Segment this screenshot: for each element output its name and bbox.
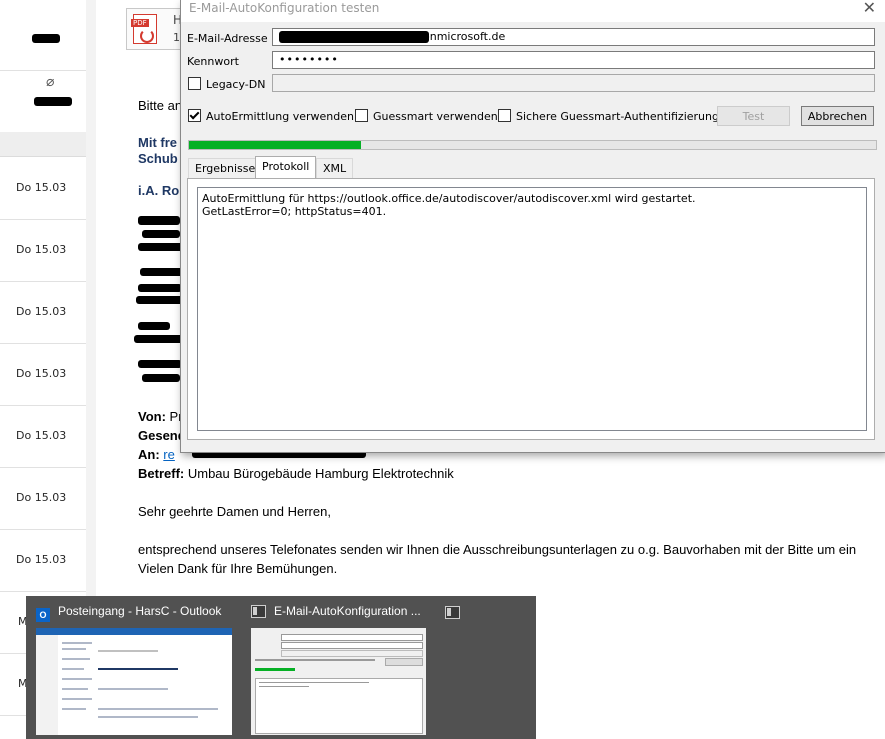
- log-line: AutoErmittlung für https://outlook.offic…: [202, 192, 696, 205]
- taskbar-window-autoconfig[interactable]: E-Mail-AutoKonfiguration ...: [251, 604, 421, 618]
- tab-xml[interactable]: XML: [316, 158, 354, 178]
- message-date: Do 15.03: [16, 305, 67, 318]
- window-icon[interactable]: [445, 606, 460, 619]
- message-row[interactable]: [0, 0, 86, 71]
- taskbar-window-outlook[interactable]: O Posteingang - HarsC - Outlook: [36, 604, 221, 622]
- message-date: Do 15.03: [16, 491, 67, 504]
- message-row[interactable]: Do 15.03: [0, 157, 86, 220]
- autoconfig-dialog: E-Mail-AutoKonfiguration testen ✕ E-Mail…: [180, 0, 885, 453]
- message-row[interactable]: Do 15.03: [0, 219, 86, 282]
- cancel-button[interactable]: Abbrechen: [801, 106, 874, 126]
- email-label: E-Mail-Adresse: [187, 32, 268, 45]
- outlook-icon: O: [36, 608, 50, 622]
- list-group-header: [0, 132, 86, 157]
- tab-ergebnisse[interactable]: Ergebnisse: [188, 158, 263, 178]
- password-field[interactable]: ••••••••: [272, 51, 875, 69]
- redaction: [138, 360, 182, 368]
- progress-fill: [189, 141, 361, 149]
- message-row[interactable]: Do 15.03: [0, 281, 86, 344]
- redaction: [142, 230, 180, 238]
- message-row[interactable]: Do 15.03: [0, 343, 86, 406]
- redaction: [138, 284, 182, 292]
- legacy-dn-checkbox[interactable]: Legacy-DN: [188, 77, 265, 91]
- dialog-titlebar[interactable]: E-Mail-AutoKonfiguration testen ✕: [181, 0, 885, 22]
- body-text: Vielen Dank für Ihre Bemühungen.: [138, 561, 338, 576]
- message-row[interactable]: Do 15.03: [0, 529, 86, 592]
- log-line: GetLastError=0; httpStatus=401.: [202, 205, 387, 218]
- message-date: Do 15.03: [16, 367, 67, 380]
- signature-line: i.A. Ro: [138, 183, 180, 198]
- redaction: [279, 31, 429, 43]
- header-from: Von: Pr: [138, 409, 183, 424]
- redaction: [32, 34, 60, 43]
- message-row[interactable]: Do 15.03: [0, 467, 86, 530]
- message-row[interactable]: ⌀: [0, 70, 86, 133]
- signature-line: Mit fre: [138, 135, 177, 150]
- tab-panel: AutoErmittlung für https://outlook.offic…: [187, 178, 875, 440]
- message-date: Do 15.03: [16, 243, 67, 256]
- header-sent: Gesend: [138, 428, 186, 443]
- secure-guessmart-checkbox[interactable]: Sichere Guessmart-Authentifizierung: [498, 109, 719, 123]
- message-date: Do 15.03: [16, 553, 67, 566]
- message-row[interactable]: Do 15.03: [0, 405, 86, 468]
- redaction: [138, 216, 180, 225]
- body-text: Bitte an: [138, 98, 183, 113]
- message-date: Do 15.03: [16, 181, 67, 194]
- guessmart-checkbox[interactable]: Guessmart verwenden: [355, 109, 498, 123]
- signature-line: Schub: [138, 151, 178, 166]
- taskbar-preview: O Posteingang - HarsC - Outlook E-Mail-Au…: [26, 596, 536, 739]
- outlook-thumbnail[interactable]: [36, 628, 232, 735]
- redaction: [34, 97, 72, 106]
- paperclip-icon: ⌀: [46, 74, 55, 90]
- redaction: [138, 322, 170, 330]
- test-button[interactable]: Test: [717, 106, 790, 126]
- close-icon[interactable]: ✕: [863, 0, 876, 17]
- redaction: [142, 374, 180, 382]
- header-to: An: re: [138, 447, 175, 462]
- redaction: [134, 335, 184, 343]
- progress-bar: [188, 140, 877, 150]
- autodiscover-checkbox[interactable]: AutoErmittlung verwenden: [188, 109, 354, 123]
- legacy-dn-field[interactable]: [272, 74, 875, 92]
- autoconfig-thumbnail[interactable]: [251, 628, 426, 735]
- tab-protokoll[interactable]: Protokoll: [255, 156, 317, 179]
- dialog-title: E-Mail-AutoKonfiguration testen: [189, 1, 380, 15]
- body-salutation: Sehr geehrte Damen und Herren,: [138, 504, 331, 519]
- window-icon: [251, 605, 266, 618]
- password-label: Kennwort: [187, 55, 239, 68]
- attachment-card[interactable]: PDF H 1: [126, 8, 184, 50]
- log-textarea[interactable]: AutoErmittlung für https://outlook.offic…: [197, 187, 867, 431]
- email-field[interactable]: onmicrosoft.de: [272, 28, 875, 46]
- redaction: [138, 243, 186, 251]
- redaction: [136, 296, 184, 304]
- attachment-size: 1: [173, 31, 180, 44]
- message-date: Do 15.03: [16, 429, 67, 442]
- pdf-icon: PDF: [131, 14, 157, 44]
- body-text: entsprechend unseres Telefonates senden …: [138, 542, 857, 557]
- header-subject: Betreff: Umbau Bürogebäude Hamburg Elekt…: [138, 466, 454, 481]
